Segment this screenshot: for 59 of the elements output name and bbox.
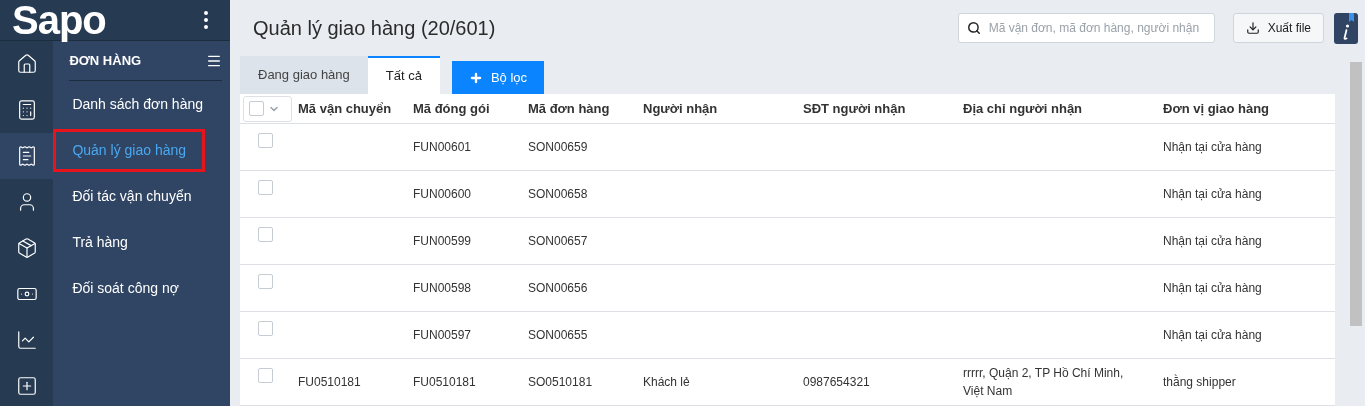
sidebar-item[interactable]: Trả hàng: [53, 220, 147, 264]
column-header: SĐT người nhận: [803, 99, 907, 118]
box-icon: [15, 237, 38, 259]
table-cell-text: Khách lẻ: [643, 374, 690, 391]
add-square-icon: [15, 375, 38, 397]
table-cell-text: FUN00597: [413, 327, 472, 344]
chart-icon: [15, 329, 38, 351]
section-heading: ĐƠN HÀNG: [69, 51, 142, 70]
sidebar-item[interactable]: Danh sách đơn hàng: [53, 82, 222, 126]
column-header: Người nhận: [643, 99, 719, 118]
page-title: Quản lý giao hàng (20/601): [252, 16, 496, 41]
scrollbar[interactable]: [1350, 62, 1362, 326]
table-cell-text: SON00658: [528, 186, 588, 203]
checkbox[interactable]: [249, 101, 264, 116]
table-cell-text: FUN00598: [413, 280, 472, 297]
table-cell-text: Nhận tại cửa hàng: [1163, 280, 1262, 297]
sidebar-item[interactable]: Đối tác vận chuyển: [53, 174, 211, 218]
table-cell-text: Nhận tại cửa hàng: [1163, 186, 1262, 203]
column-header: Mã vận chuyển: [298, 99, 393, 118]
table-cell: thằng shipper: [1163, 373, 1236, 391]
table-cell-text: SON00659: [528, 139, 588, 156]
checkbox[interactable]: [258, 227, 273, 242]
table-cell-text: FU0510181: [298, 374, 361, 391]
table-cell-text: FUN00599: [413, 233, 472, 250]
search-icon: [966, 21, 981, 35]
table-cell-text: FUN00600: [413, 186, 472, 203]
table-cell-text: FU0510181: [413, 374, 476, 391]
info-icon[interactable]: [1334, 12, 1358, 44]
column-header: Mã đóng gói: [413, 99, 491, 118]
table-cell-text: rrrrr, Quận 2, TP Hồ Chí Minh, Việt Nam: [963, 365, 1125, 400]
checkbox[interactable]: [258, 274, 273, 289]
table-cell-text: FUN00601: [413, 139, 472, 156]
column-header: Đơn vị giao hàng: [1163, 99, 1271, 118]
tab[interactable]: Tất cả: [367, 56, 440, 94]
rail-item[interactable]: [0, 133, 54, 179]
table-cell-text: 0987654321: [803, 374, 870, 391]
checkbox[interactable]: [258, 180, 273, 195]
search-field[interactable]: Mã vận đơn, mã đơn hàng, người nhận: [957, 13, 1215, 43]
table-cell-text: SON00655: [528, 327, 588, 344]
table-cell-text: SON00656: [528, 280, 588, 297]
table-cell-text: SO0510181: [528, 374, 593, 391]
checkbox[interactable]: [258, 133, 273, 148]
home-icon: [15, 53, 38, 75]
sidebar-item[interactable]: Quản lý giao hàng: [53, 128, 206, 172]
tab[interactable]: Đang giao hàng: [240, 56, 368, 94]
table-cell-text: SON00657: [528, 233, 588, 250]
sidebar-item[interactable]: Đối soát công nợ: [53, 266, 198, 310]
column-header: Địa chỉ người nhận: [963, 99, 1084, 118]
table-cell-text: Nhận tại cửa hàng: [1163, 233, 1262, 250]
column-header: Mã đơn hàng: [528, 99, 611, 118]
table-cell-text: Nhận tại cửa hàng: [1163, 139, 1262, 156]
export-button[interactable]: Xuất file: [1232, 13, 1324, 43]
checkbox[interactable]: [258, 321, 273, 336]
table-cell-text: Nhận tại cửa hàng: [1163, 327, 1262, 344]
filter-button[interactable]: Bộ lọc: [451, 61, 545, 94]
download-icon: [1245, 21, 1260, 35]
checkbox[interactable]: [258, 368, 273, 383]
logo[interactable]: Sapo: [12, 0, 106, 40]
plus-icon: [468, 70, 483, 85]
